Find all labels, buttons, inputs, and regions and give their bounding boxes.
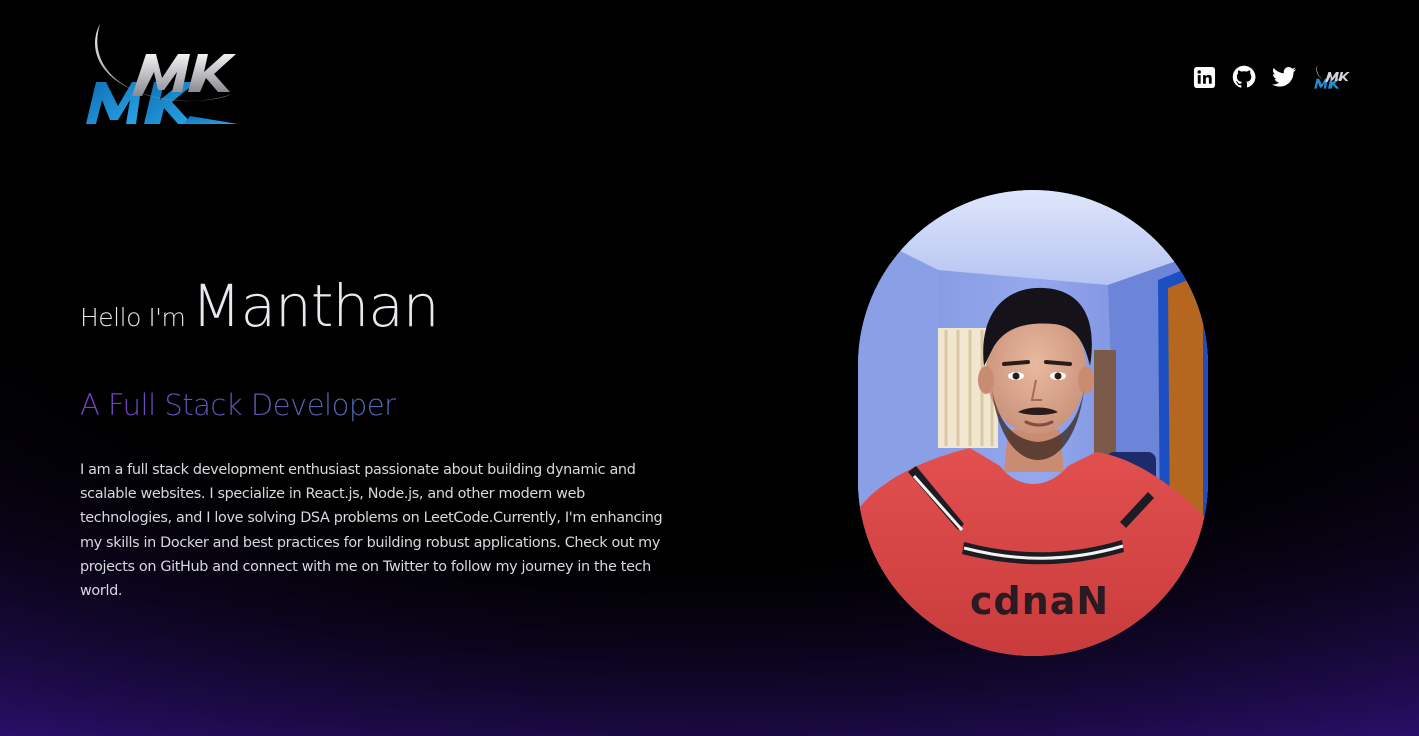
linkedin-icon [1193, 66, 1215, 88]
portfolio-page: Hello I'm Manthan A Full Stack Developer … [0, 0, 1419, 736]
github-link[interactable] [1232, 64, 1256, 90]
hero-name: Manthan [191, 272, 439, 340]
twitter-icon [1272, 67, 1296, 87]
mk-logo-link[interactable] [1312, 64, 1352, 90]
profile-photo: cdnaN [858, 190, 1208, 656]
linkedin-link[interactable] [1192, 64, 1216, 90]
bio-paragraph: I am a full stack development enthusiast… [80, 462, 663, 600]
social-nav [1192, 64, 1352, 90]
role-subtitle: A Full Stack Developer [80, 388, 396, 422]
mk-logo[interactable] [80, 20, 242, 130]
shirt-text: cdnaN [970, 579, 1109, 623]
profile-photo-illustration: cdnaN [858, 190, 1208, 656]
github-icon [1232, 65, 1256, 88]
hero-heading: Hello I'm Manthan [80, 272, 440, 340]
mk-logo-icon [1314, 64, 1350, 89]
twitter-link[interactable] [1272, 64, 1296, 90]
greeting-text: Hello I'm [80, 303, 186, 332]
